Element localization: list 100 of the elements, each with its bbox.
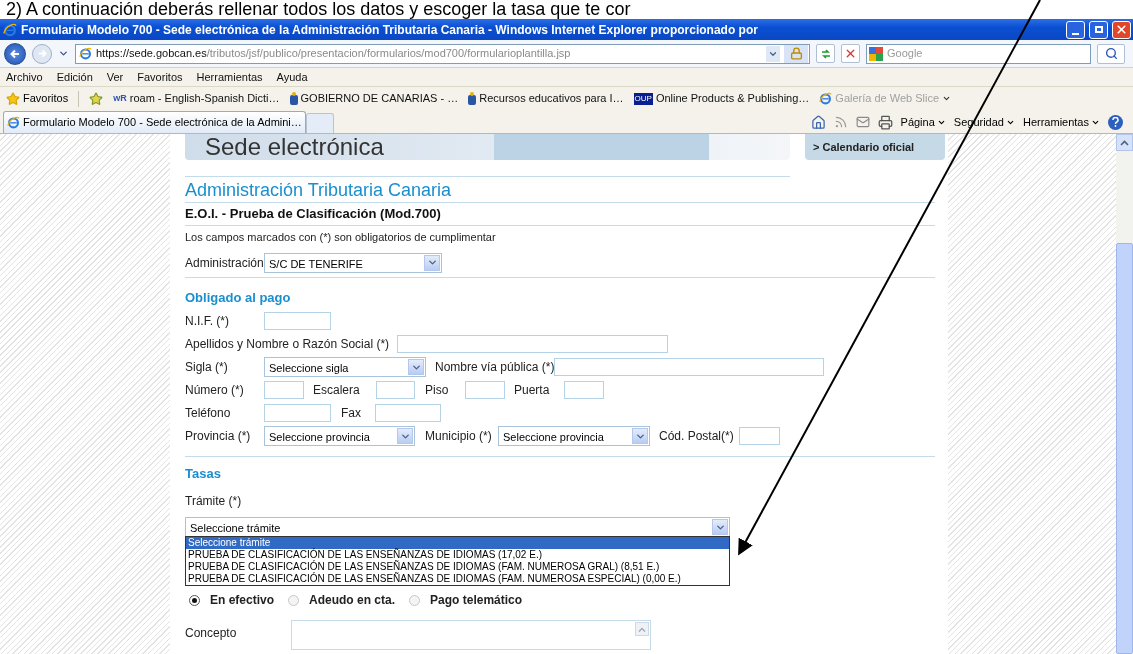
dropdown-option[interactable]: PRUEBA DE CLASIFICACIÓN DE LAS ENSEÑANZAS DE IDIOMAS (FAM. NUMEROSA ESPECIAL) (0,00 E.) <box>186 573 729 585</box>
browser-tab[interactable]: Formulario Modelo 700 - Sede electrónica de la Admini… <box>3 111 306 133</box>
address-field[interactable]: https://sede.gobcan.es/tributos/jsf/publico/presentacion/formularios/mod700/formularioplantilla.jsp <box>75 43 810 64</box>
concept-textarea[interactable] <box>291 620 651 650</box>
menu-item[interactable]: Favoritos <box>137 68 183 86</box>
dropdown-option[interactable]: PRUEBA DE CLASIFICACIÓN DE LAS ENSEÑANZAS DE IDIOMAS (FAM. NUMEROSA GRAL) (8,51 E.) <box>186 561 729 573</box>
field-label: Sigla (*) <box>185 359 229 376</box>
search-button[interactable] <box>1097 43 1125 64</box>
favorites-link[interactable]: GOBIERNO DE CANARIAS - … <box>289 90 459 107</box>
crest-icon <box>289 92 298 105</box>
feeds-icon[interactable] <box>833 115 848 129</box>
tramite-select[interactable]: Seleccione trámite <box>185 517 730 537</box>
add-favorite-icon[interactable] <box>89 91 104 106</box>
input-field[interactable] <box>465 381 505 399</box>
payment-radio[interactable]: Adeudo en cta. <box>288 591 396 609</box>
field-label: Piso <box>424 382 450 399</box>
close-button[interactable] <box>1112 20 1131 39</box>
annotation-text: 2) A continuación deberás rellenar todos los datos y escoger la tasa que te cor <box>5 0 632 19</box>
address-dropdown-icon[interactable] <box>766 45 780 62</box>
payment-radio[interactable]: En efectivo <box>189 591 275 609</box>
history-caret-icon[interactable] <box>58 48 69 59</box>
dropdown-select[interactable]: Seleccione provincia <box>498 426 650 446</box>
favorites-link[interactable]: OUP Online Products & Publishing… <box>633 90 810 107</box>
oup-logo-icon: OUP <box>633 92 653 105</box>
forward-button[interactable] <box>32 43 52 64</box>
favorites-button[interactable]: Favoritos <box>6 90 69 107</box>
favorites-link[interactable]: wR roam - English-Spanish Dicti… <box>113 90 280 107</box>
restore-button[interactable] <box>1089 20 1108 39</box>
scroll-up-icon[interactable] <box>1120 139 1129 146</box>
page-icon <box>7 116 20 129</box>
field-label: N.I.F. (*) <box>185 313 230 330</box>
lock-icon[interactable] <box>784 44 808 63</box>
form-title: E.O.I. - Prueba de Clasificación (Mod.700) <box>185 203 935 226</box>
banner-heading: Sede electrónica <box>205 134 384 160</box>
close-icon <box>1115 23 1128 36</box>
organization-title: Administración Tributaria Canaria <box>185 177 935 203</box>
home-icon[interactable] <box>810 114 826 130</box>
help-icon[interactable] <box>1108 114 1123 130</box>
crest-icon <box>468 92 477 105</box>
page-icon <box>79 47 92 60</box>
field-label: Puerta <box>513 382 551 399</box>
input-field[interactable] <box>376 381 415 399</box>
menu-item[interactable]: Herramientas <box>196 68 263 86</box>
minimize-button[interactable] <box>1066 20 1085 39</box>
radio-button[interactable] <box>189 594 200 606</box>
dropdown-select[interactable]: Seleccione sigla <box>264 357 426 377</box>
calendar-link[interactable]: > Calendario oficial <box>813 138 915 156</box>
search-icon <box>1104 47 1118 60</box>
mail-icon[interactable] <box>855 115 870 129</box>
required-note: Los campos marcados con (*) son obligatorios de cumplimentar <box>185 230 497 245</box>
dropdown-option[interactable]: Seleccione trámite <box>186 537 729 549</box>
favorites-link[interactable]: Recursos educativos para I… <box>468 90 624 107</box>
input-field[interactable] <box>264 381 304 399</box>
forward-arrow-icon <box>36 48 48 59</box>
field-label: Concepto <box>185 625 238 642</box>
payment-radio[interactable]: Pago telemático <box>409 591 523 609</box>
page-icon <box>819 92 833 105</box>
input-field[interactable] <box>564 381 604 399</box>
caret-icon <box>942 94 952 103</box>
vertical-scrollbar[interactable] <box>1116 134 1133 654</box>
url-path: /tributos/jsf/publico/presentacion/formularios/mod700/formularioplantilla.jsp <box>206 47 571 60</box>
input-field[interactable] <box>264 404 331 422</box>
field-label: Trámite (*) <box>185 494 242 508</box>
field-label: Apellidos y Nombre o Razón Social (*) <box>185 336 390 353</box>
command-menu[interactable]: Herramientas <box>1022 113 1100 131</box>
menu-item[interactable]: Archivo <box>6 68 43 86</box>
input-field[interactable] <box>397 335 669 353</box>
input-field[interactable] <box>739 427 780 445</box>
input-field[interactable] <box>264 312 331 330</box>
dropdown-option[interactable]: PRUEBA DE CLASIFICACIÓN DE LAS ENSEÑANZAS DE IDIOMAS (17,02 E.) <box>186 549 729 561</box>
url-host: https://sede.gobcan.es <box>96 47 207 60</box>
input-field[interactable] <box>554 358 824 376</box>
field-label: Nombre vía pública (*) <box>434 359 554 376</box>
search-provider-icon <box>869 46 883 61</box>
dropdown-select[interactable]: Seleccione provincia <box>264 426 415 446</box>
field-label: Fax <box>340 405 362 422</box>
section-heading: Tasas <box>185 465 222 483</box>
field-label: Administración <box>185 254 264 272</box>
wr-logo-icon: wR <box>113 91 127 106</box>
command-menu[interactable]: Página <box>900 113 946 131</box>
menu-item[interactable]: Edición <box>56 68 93 86</box>
field-label: Teléfono <box>185 405 232 422</box>
field-label: Provincia (*) <box>185 428 252 445</box>
field-label: Número (*) <box>185 382 245 399</box>
star-icon <box>6 91 20 106</box>
section-heading: Obligado al pago <box>185 289 292 307</box>
window-title: Formulario Modelo 700 - Sede electrónica de la Administración Tributaria Canaria - Windows Internet Explorer proporcionado por <box>21 21 758 39</box>
menu-item[interactable]: Ver <box>106 68 124 86</box>
field-label: Escalera <box>312 382 361 399</box>
ie-logo-icon <box>3 22 17 37</box>
back-arrow-icon <box>9 47 21 60</box>
refresh-icon[interactable] <box>816 44 835 63</box>
input-field[interactable] <box>375 404 441 422</box>
back-button[interactable] <box>4 42 26 65</box>
dropdown-select[interactable]: S/C DE TENERIFE <box>264 252 442 273</box>
stop-icon[interactable] <box>841 44 860 63</box>
new-tab-button[interactable] <box>305 113 334 133</box>
field-label: Municipio (*) <box>424 428 493 445</box>
menu-item[interactable]: Ayuda <box>276 68 308 86</box>
print-icon[interactable] <box>877 114 893 130</box>
